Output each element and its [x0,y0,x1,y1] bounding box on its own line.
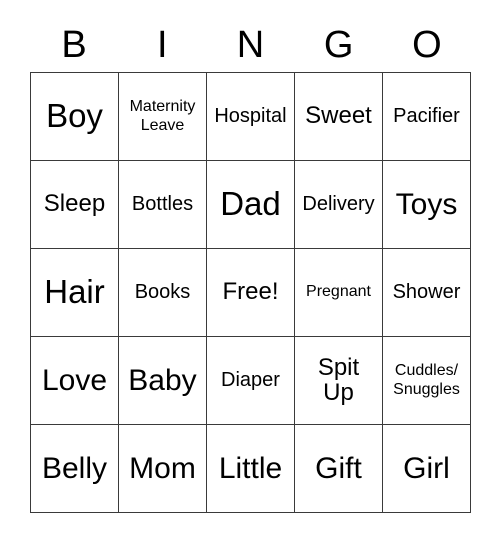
bingo-grid: Boy Maternity Leave Hospital Sweet Pacif… [30,72,471,513]
bingo-row: Boy Maternity Leave Hospital Sweet Pacif… [31,73,471,161]
bingo-cell[interactable]: Maternity Leave [119,73,207,161]
bingo-cell-label: Sweet [305,102,372,130]
bingo-row: Belly Mom Little Gift Girl [31,425,471,513]
bingo-cell-label: Toys [395,187,458,221]
bingo-cell-free[interactable]: Free! [207,249,295,337]
bingo-cell[interactable]: Cuddles/ Snuggles [383,337,471,425]
bingo-cell[interactable]: Pregnant [295,249,383,337]
header-letter-n: N [236,24,265,66]
bingo-cell[interactable]: Mom [119,425,207,513]
bingo-cell-label: Free! [222,278,279,306]
bingo-cell[interactable]: Little [207,425,295,513]
bingo-cell-label: Gift [315,451,362,485]
bingo-cell-label: Shower [392,281,461,304]
bingo-cell[interactable]: Shower [383,249,471,337]
bingo-cell-label: Pregnant [306,283,371,301]
bingo-cell-label: Pacifier [393,105,460,128]
bingo-cell-label: Spit Up [317,353,360,406]
bingo-card: B I N G O Boy Maternity Leave Hospital S… [30,18,471,513]
bingo-cell-label: Hair [44,273,105,311]
bingo-cell[interactable]: Pacifier [383,73,471,161]
bingo-cell-label: Girl [403,451,450,485]
bingo-cell[interactable]: Books [119,249,207,337]
bingo-row: Sleep Bottles Dad Delivery Toys [31,161,471,249]
header-letter-o: O [412,24,442,66]
bingo-cell[interactable]: Bottles [119,161,207,249]
bingo-cell[interactable]: Hair [31,249,119,337]
header-letter-g: G [323,24,354,66]
bingo-cell-label: Books [134,281,191,304]
bingo-cell-label: Mom [129,451,196,485]
bingo-cell-label: Hospital [214,105,287,128]
bingo-cell-label: Sleep [43,190,106,218]
bingo-cell-label: Little [218,451,283,485]
bingo-cell[interactable]: Toys [383,161,471,249]
bingo-cell-label: Diaper [221,369,280,392]
bingo-cell[interactable]: Sweet [295,73,383,161]
bingo-cell-label: Delivery [302,193,375,216]
bingo-cell[interactable]: Dad [207,161,295,249]
bingo-cell[interactable]: Girl [383,425,471,513]
bingo-cell[interactable]: Spit Up [295,337,383,425]
bingo-row: Love Baby Diaper Spit Up Cuddles/ Snuggl… [31,337,471,425]
bingo-cell-label: Love [41,363,108,397]
bingo-cell[interactable]: Sleep [31,161,119,249]
bingo-cell[interactable]: Gift [295,425,383,513]
bingo-cell-label: Dad [220,185,281,223]
bingo-cell-label: Maternity Leave [129,98,196,134]
bingo-cell[interactable]: Delivery [295,161,383,249]
bingo-row: Hair Books Free! Pregnant Shower [31,249,471,337]
header-letter-b: B [61,24,87,66]
bingo-cell[interactable]: Diaper [207,337,295,425]
bingo-cell-label: Belly [41,451,108,485]
header-letter-i: I [157,24,168,66]
bingo-cell[interactable]: Boy [31,73,119,161]
bingo-cell-label: Boy [46,97,103,135]
bingo-cell[interactable]: Hospital [207,73,295,161]
bingo-cell-label: Cuddles/ Snuggles [393,362,460,398]
bingo-header: B I N G O [30,18,471,72]
bingo-cell[interactable]: Baby [119,337,207,425]
bingo-cell-label: Baby [128,363,197,397]
bingo-cell[interactable]: Belly [31,425,119,513]
bingo-cell[interactable]: Love [31,337,119,425]
bingo-cell-label: Bottles [131,193,194,216]
